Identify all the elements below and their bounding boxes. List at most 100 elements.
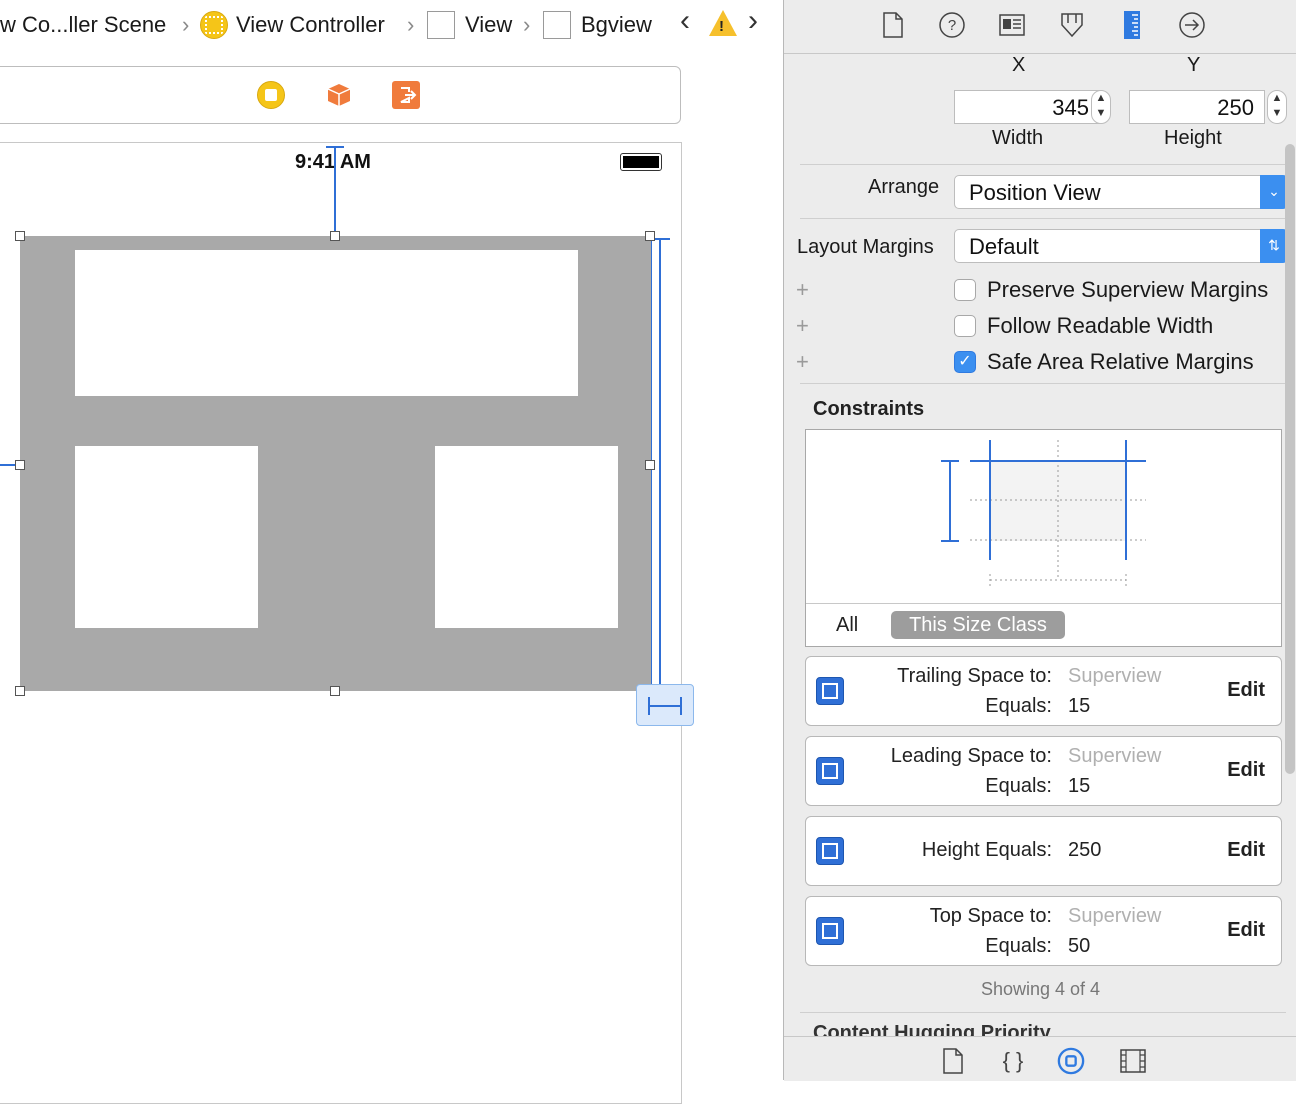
resize-handle[interactable] [15,686,25,696]
constraint-value: 15 [1068,775,1091,797]
breadcrumb-view-label: View [465,12,513,37]
breadcrumb-scene[interactable]: w Co...ller Scene [0,10,166,40]
constraint-target: Superview [1068,665,1162,687]
warning-icon[interactable]: ! [709,10,737,36]
layout-margins-label: Layout Margins [797,236,934,258]
resize-handle[interactable] [645,460,655,470]
arrange-label: Arrange [868,176,940,198]
constraint-key: Top Space to: [929,905,1052,927]
exit-icon[interactable] [392,81,420,109]
width-label: Width [992,127,1044,149]
leading-space-icon [816,757,844,785]
plus-icon[interactable]: + [796,313,809,339]
breadcrumb-controller-label: View Controller [236,12,385,37]
height-constraint-line[interactable] [659,238,661,692]
height-field[interactable]: 250 [1129,90,1265,124]
breadcrumb: w Co...ller Scene › View Controller › Vi… [0,0,783,50]
divider [800,383,1286,384]
constraint-key: Equals: [985,935,1052,957]
first-responder-cube-icon[interactable] [325,81,353,109]
chevron-down-icon: ⌄ [1260,175,1288,209]
plus-icon[interactable]: + [796,349,809,375]
scene-dock [0,66,681,124]
size-ruler-icon[interactable] [1117,10,1147,40]
follow-readable-width-label: Follow Readable Width [987,313,1214,338]
height-label: Height [1164,127,1222,149]
file-icon[interactable] [878,10,908,40]
constraint-value: 50 [1068,935,1091,957]
chevron-right-icon[interactable]: › [748,4,758,38]
bottom-left-subview[interactable] [75,446,258,628]
safe-area-relative-margins-label: Safe Area Relative Margins [987,349,1254,374]
code-braces-icon[interactable]: { } [999,1047,1027,1075]
width-field[interactable]: 345 [954,90,1100,124]
constraint-row-leading[interactable]: Leading Space to: Superview Equals: 15 E… [805,736,1282,806]
layout-margins-value: Default [969,234,1039,259]
storyboard-canvas[interactable]: w Co...ller Scene › View Controller › Vi… [0,0,783,1104]
view-controller-icon[interactable] [257,81,285,109]
inspector-tab-bar: ? [784,0,1296,54]
view-icon [427,11,455,39]
breadcrumb-view[interactable]: View [427,10,512,40]
edit-button[interactable]: Edit [1227,839,1265,862]
segment-all[interactable]: All [836,614,858,637]
chevron-updown-icon: ⇅ [1260,229,1288,263]
breadcrumb-bgview-label: Bgview [581,12,652,37]
constraint-key: Trailing Space to: [897,665,1052,687]
bgview[interactable] [20,236,651,691]
segment-this-size-class[interactable]: This Size Class [891,611,1065,639]
top-subview[interactable] [75,250,578,396]
chevron-right-icon: › [407,12,415,37]
breadcrumb-view-controller[interactable]: View Controller [200,10,385,40]
inspector-scrollbar[interactable] [1285,144,1295,774]
constraint-value: 250 [1068,839,1102,861]
bottom-right-subview[interactable] [435,446,618,628]
preserve-superview-margins-label: Preserve Superview Margins [987,277,1269,302]
layout-margins-popup[interactable]: Default ⇅ [954,229,1288,263]
height-stepper[interactable]: ▲ ▼ [1267,90,1287,124]
chevron-left-icon[interactable]: ‹ [680,4,690,38]
resize-handle[interactable] [15,231,25,241]
width-stepper[interactable]: ▲ ▼ [1091,90,1111,124]
resize-handle[interactable] [330,231,340,241]
constraints-heading: Constraints [813,398,925,420]
constraint-key: Leading Space to: [890,745,1052,767]
constraint-row-top[interactable]: Top Space to: Superview Equals: 50 Edit [805,896,1282,966]
identity-icon[interactable] [997,10,1027,40]
height-icon [816,837,844,865]
constraint-target: Superview [1068,905,1162,927]
constraints-count: Showing 4 of 4 [980,979,1101,999]
constraint-key: Height Equals: [921,839,1052,861]
edit-button[interactable]: Edit [1227,759,1265,782]
connections-arrow-icon[interactable] [1177,10,1207,40]
resize-handle[interactable] [645,231,655,241]
y-label: Y [1187,54,1201,76]
resize-handle[interactable] [330,686,340,696]
view-controller-icon [200,11,228,39]
constraint-key: Equals: [985,695,1052,717]
divider [800,1012,1286,1013]
constraint-row-height[interactable]: Height Equals: 250 Edit [805,816,1282,886]
resize-handle[interactable] [15,460,25,470]
preserve-superview-margins-checkbox[interactable] [954,279,976,301]
constraint-preview-graphic [941,440,1146,588]
x-label: X [1012,54,1026,76]
constraint-row-trailing[interactable]: Trailing Space to: Superview Equals: 15 … [805,656,1282,726]
top-constraint-line[interactable] [334,146,336,236]
arrange-popup[interactable]: Position View ⌄ [954,175,1288,209]
constraints-diagram: All This Size Class [805,429,1282,647]
constraint-badge[interactable] [636,684,694,726]
help-icon[interactable]: ? [937,10,967,40]
view-icon [543,11,571,39]
breadcrumb-bgview[interactable]: Bgview [543,10,652,40]
follow-readable-width-checkbox[interactable] [954,315,976,337]
edit-button[interactable]: Edit [1227,919,1265,942]
size-inspector: ? X Y 345 ▲ ▼ 250 ▲ ▼ Width Height Arrange… [783,0,1296,1081]
plus-icon[interactable]: + [796,277,809,303]
edit-button[interactable]: Edit [1227,679,1265,702]
file-template-icon[interactable] [939,1047,967,1075]
attributes-icon[interactable] [1057,10,1087,40]
safe-area-relative-margins-checkbox[interactable]: ✓ [954,351,976,373]
object-library-icon[interactable] [1057,1047,1085,1075]
media-library-icon[interactable] [1119,1047,1147,1075]
